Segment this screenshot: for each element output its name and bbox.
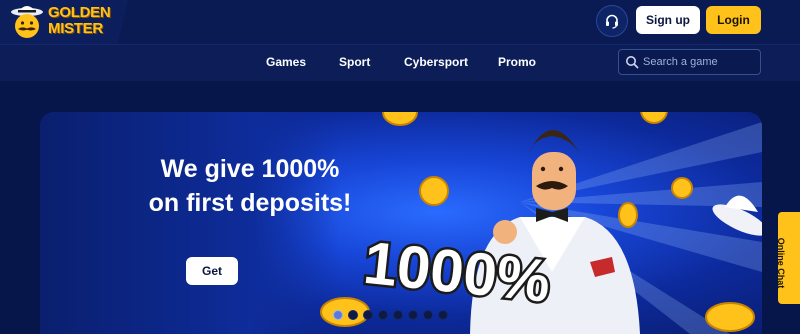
bonus-badge-text: 1000% xyxy=(361,229,554,314)
online-chat-label: Online Chat xyxy=(776,237,786,289)
banner-title-line1: We give 1000% xyxy=(160,155,340,183)
search-box[interactable] xyxy=(618,49,761,75)
brand-name: GOLDEN MISTER xyxy=(48,4,111,37)
headset-icon xyxy=(606,14,618,29)
nav-item-games[interactable]: Games xyxy=(266,55,306,69)
nav-item-promo[interactable]: Promo xyxy=(498,55,536,69)
carousel-dot[interactable] xyxy=(423,310,433,320)
carousel-dot[interactable] xyxy=(393,310,403,320)
banner-title-line2: on first deposits! xyxy=(148,189,352,217)
carousel-pagination xyxy=(333,310,463,320)
signup-button[interactable]: Sign up xyxy=(636,6,700,34)
brand-name-line1: GOLDEN xyxy=(48,4,111,21)
bonus-badge: 1000% xyxy=(358,226,556,314)
support-button[interactable] xyxy=(596,5,628,37)
main-nav: Games Sport Cybersport Promo xyxy=(0,44,800,81)
carousel-dot[interactable] xyxy=(333,310,343,320)
carousel-dot[interactable] xyxy=(438,310,448,320)
carousel-dot[interactable] xyxy=(363,310,373,320)
mister-mascot-icon xyxy=(11,6,43,38)
carousel-dot[interactable] xyxy=(378,310,388,320)
get-bonus-button[interactable]: Get xyxy=(186,257,238,285)
banner-title: We give 1000% on first deposits! xyxy=(100,152,400,220)
carousel-dot[interactable] xyxy=(348,310,358,320)
search-icon xyxy=(626,56,639,69)
nav-item-cybersport[interactable]: Cybersport xyxy=(404,55,468,69)
search-input[interactable] xyxy=(643,50,755,74)
online-chat-tab[interactable]: Online Chat xyxy=(776,212,800,304)
site-header: GOLDEN MISTER Sign up Login xyxy=(0,0,800,44)
nav-item-sport[interactable]: Sport xyxy=(339,55,370,69)
carousel-dot[interactable] xyxy=(408,310,418,320)
brand-logo[interactable]: GOLDEN MISTER xyxy=(0,0,128,44)
login-button[interactable]: Login xyxy=(706,6,761,34)
brand-name-line2: MISTER xyxy=(48,20,103,37)
promo-banner[interactable]: We give 1000% on first deposits! 1000% G… xyxy=(40,112,762,334)
